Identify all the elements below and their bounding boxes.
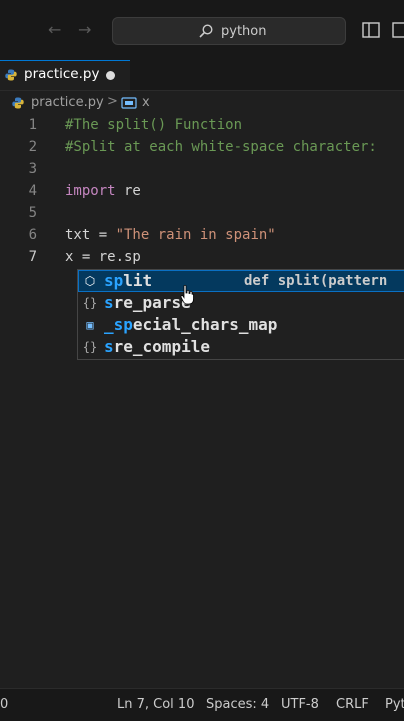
mouse-cursor-icon xyxy=(180,285,194,305)
code-text: #The split() Function xyxy=(65,117,242,133)
code-token: re xyxy=(115,183,141,199)
code-token: #Split at each white-space character: xyxy=(65,139,377,155)
suggestion-label: sre_parse xyxy=(104,293,191,312)
python-file-icon xyxy=(12,97,24,109)
code-line[interactable]: 4 import re xyxy=(0,181,404,203)
suggestion-match: _sp xyxy=(104,315,133,334)
tab-practice-py[interactable]: practice.py xyxy=(0,60,130,90)
code-token: x = re.sp xyxy=(65,249,141,265)
status-eol[interactable]: CRLF xyxy=(336,697,369,712)
code-text: x = re.sp xyxy=(65,249,141,265)
breadcrumb-file[interactable]: practice.py xyxy=(31,95,104,110)
line-number: 2 xyxy=(28,139,37,155)
module-braces-icon: {} xyxy=(82,296,98,310)
code-token: #The split() Function xyxy=(65,117,243,133)
suggestion-item[interactable]: {} sre_parse xyxy=(78,292,404,314)
suggestion-rest: lit xyxy=(123,271,153,290)
code-token: "The rain in spain" xyxy=(115,227,276,243)
status-cursor-position[interactable]: Ln 7, Col 10 xyxy=(117,697,194,712)
code-line[interactable]: 1 #The split() Function xyxy=(0,115,404,137)
python-file-icon xyxy=(5,69,17,81)
suggestion-match: s xyxy=(104,293,114,312)
line-number: 3 xyxy=(28,161,37,177)
code-token: txt = xyxy=(65,227,116,243)
suggestion-rest: re_compile xyxy=(113,337,210,356)
tab-bar: practice.py xyxy=(0,60,404,91)
status-indentation[interactable]: Spaces: 4 xyxy=(206,697,269,712)
suggestion-match: sp xyxy=(104,271,124,290)
module-braces-icon: {} xyxy=(82,340,98,354)
line-number: 7 xyxy=(28,249,37,265)
code-text: import re xyxy=(65,183,141,199)
code-token: import xyxy=(65,183,116,199)
forward-arrow-icon[interactable]: → xyxy=(78,22,91,38)
code-text: #Split at each white-space character: xyxy=(65,139,377,155)
status-problems[interactable]: 0 xyxy=(0,697,8,712)
method-icon: ⬡ xyxy=(84,274,96,288)
breadcrumb-separator: > xyxy=(107,94,118,109)
suggestion-label: _special_chars_map xyxy=(104,315,277,334)
back-arrow-icon[interactable]: ← xyxy=(48,22,61,38)
line-number: 6 xyxy=(28,227,37,243)
command-center-search[interactable]: python xyxy=(112,17,346,45)
toggle-sidebar-icon[interactable] xyxy=(362,22,380,38)
suggestion-detail: def split(pattern xyxy=(244,273,388,289)
code-line[interactable]: 2 #Split at each white-space character: xyxy=(0,137,404,159)
search-text: python xyxy=(221,24,267,39)
breadcrumb: practice.py > x xyxy=(0,93,404,115)
variable-icon xyxy=(121,97,137,109)
unsaved-dot-icon[interactable] xyxy=(106,71,115,80)
status-bar: 0 Ln 7, Col 10 Spaces: 4 UTF-8 CRLF Pyt xyxy=(0,688,404,721)
code-line[interactable]: 7 x = re.sp xyxy=(0,247,404,269)
line-number: 4 xyxy=(28,183,37,199)
line-number: 1 xyxy=(28,117,37,133)
tab-label: practice.py xyxy=(24,66,100,82)
suggestion-item[interactable]: ⬡ split def split(pattern xyxy=(78,270,404,292)
suggestion-label: sre_compile xyxy=(104,337,210,356)
code-editor[interactable]: 1 #The split() Function 2 #Split at each wh… xyxy=(0,115,404,688)
suggestion-match: s xyxy=(104,337,114,356)
search-icon xyxy=(199,24,213,38)
suggestion-label: split xyxy=(104,271,152,290)
status-encoding[interactable]: UTF-8 xyxy=(281,697,319,712)
suggest-widget: ⬡ split def split(pattern {} sre_parse ▣ _spec… xyxy=(77,269,404,360)
status-language[interactable]: Pyt xyxy=(385,697,404,712)
suggestion-item[interactable]: {} sre_compile xyxy=(78,336,404,358)
code-text: txt = "The rain in spain" xyxy=(65,227,276,243)
code-line[interactable]: 6 txt = "The rain in spain" xyxy=(0,225,404,247)
suggestion-rest: ecial_chars_map xyxy=(132,315,278,334)
code-line[interactable]: 3 xyxy=(0,159,404,181)
line-number: 5 xyxy=(28,205,37,221)
breadcrumb-symbol[interactable]: x xyxy=(142,95,150,110)
code-line[interactable]: 5 xyxy=(0,203,404,225)
title-bar: ← → python xyxy=(0,0,404,60)
variable-icon: ▣ xyxy=(86,318,94,332)
suggestion-item[interactable]: ▣ _special_chars_map xyxy=(78,314,404,336)
toggle-panel-icon[interactable] xyxy=(392,22,404,38)
